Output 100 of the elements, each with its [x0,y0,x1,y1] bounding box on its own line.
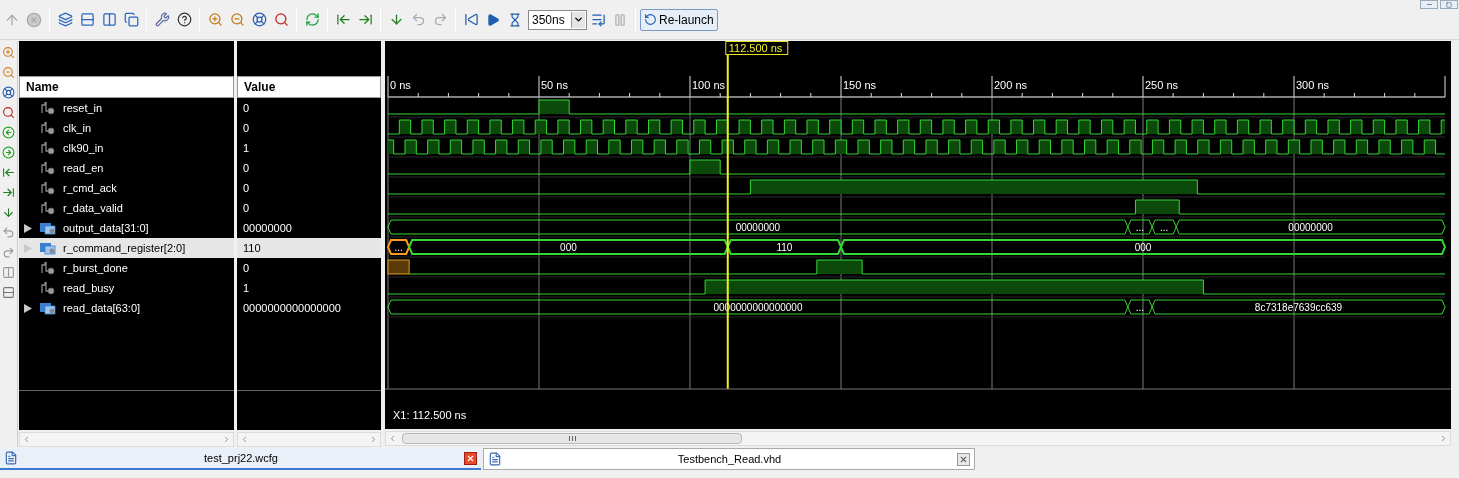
close-icon [466,453,475,463]
signal-row[interactable]: reset_in [19,98,234,118]
bus-value: 000 [560,242,577,253]
value-header[interactable]: Value [237,76,381,98]
signal-icon [41,101,55,115]
name-header[interactable]: Name [19,76,234,98]
bus-value: ... [1159,222,1169,233]
editor-tab[interactable]: Testbench_Read.vhd [483,448,975,470]
scroll-left-icon[interactable] [22,435,31,444]
signal-value: 0000000000000000 [242,300,342,316]
signal-name: clk_in [63,120,92,136]
horizontal-scrollbar[interactable] [385,431,1451,446]
signal-name: read_busy [63,280,115,296]
signal-name: output_data[31:0] [63,220,149,236]
scroll-right-icon[interactable] [369,435,378,444]
bus-value: 00000000 [735,222,781,233]
cursor-readout: X1: 112.500 ns [393,409,467,421]
signal-value: 0 [242,100,251,116]
maximize-icon [1446,1,1452,8]
rows-icon[interactable] [0,284,17,300]
signal-name: r_data_valid [63,200,123,216]
signal-icon [41,161,55,175]
zoom-out-icon[interactable] [0,64,17,80]
bus-value: ... [394,242,403,253]
file-icon [488,452,502,466]
cursor-time-label: 112.500 ns [725,41,789,55]
time-tick-label: 0 ns [390,79,411,91]
tab-close-button[interactable] [464,451,477,465]
signal-name: r_cmd_ack [63,180,117,196]
signal-value: 1 [242,280,251,296]
signal-value: 0 [242,120,251,136]
relaunch-icon [644,13,657,26]
bus-value: 110 [776,242,793,253]
tab-label: Testbench_Read.vhd [676,451,783,467]
bus-value: 00000000 [1288,222,1333,233]
tab-label: test_prj22.wcfg [203,450,279,466]
signal-name: r_command_register[2:0] [63,240,186,256]
zoom-cursor-icon[interactable] [0,104,17,120]
scroll-right-icon[interactable] [1439,434,1448,443]
zoom-in-icon[interactable] [0,44,17,60]
signal-row[interactable]: r_data_valid [19,198,234,218]
horizontal-scrollbar[interactable] [237,432,381,447]
signal-icon [41,201,55,215]
signal-row[interactable]: output_data[31:0] [19,218,234,238]
signal-value: 00000000 [242,220,293,236]
minimize-button[interactable] [1420,0,1438,9]
expand-arrow-icon[interactable] [24,223,32,233]
scroll-left-icon[interactable] [240,435,249,444]
time-tick-label: 300 ns [1296,79,1330,91]
file-icon [4,451,18,465]
signal-name: reset_in [63,100,103,116]
signal-name: read_data[63:0] [63,300,141,316]
close-icon [959,454,968,464]
signal-icon [41,181,55,195]
signal-value: 0 [242,200,251,216]
bus-value: 8c7318e7639cc639 [1254,302,1343,313]
next-marker-icon[interactable] [0,144,17,160]
previous-marker-icon[interactable] [0,124,17,140]
signal-row[interactable]: clk90_in [19,138,234,158]
time-tick-label: 250 ns [1145,79,1179,91]
minimize-icon [1425,1,1433,8]
zoom-fit-icon[interactable] [0,84,17,100]
time-field[interactable]: 350ns [528,9,587,30]
signal-name: read_en [63,160,104,176]
bus-value: ... [1135,222,1145,233]
scrollbar-thumb[interactable] [402,433,742,444]
signal-row[interactable]: read_en [19,158,234,178]
signal-row[interactable]: clk_in [19,118,234,138]
bus-icon [39,241,57,255]
signal-value: 0 [242,260,251,276]
editor-tab[interactable]: test_prj22.wcfg [0,448,481,470]
bus-value: ... [1135,302,1145,313]
signal-row[interactable]: read_data[63:0] [19,298,234,318]
expand-arrow-icon[interactable] [24,303,32,313]
signal-row[interactable]: read_busy [19,278,234,298]
horizontal-scrollbar[interactable] [19,432,234,447]
time-tick-label: 100 ns [692,79,726,91]
signal-row[interactable]: r_cmd_ack [19,178,234,198]
tab-close-button[interactable] [957,452,970,466]
signal-name: clk90_in [63,140,104,156]
maximize-button[interactable] [1440,0,1458,9]
signal-icon [41,121,55,135]
bus-value: 000 [1134,242,1152,253]
time-tick-label: 150 ns [843,79,877,91]
time-tick-label: 200 ns [994,79,1028,91]
signal-icon [41,281,55,295]
signal-row[interactable]: r_burst_done [19,258,234,278]
dropdown-caret-icon[interactable] [573,14,584,25]
signal-value: 0 [242,180,251,196]
bus-icon [39,301,57,315]
signal-row[interactable]: r_command_register[2:0] [19,238,234,258]
signal-name: r_burst_done [63,260,128,276]
scroll-right-icon[interactable] [222,435,231,444]
signal-value: 1 [242,140,251,156]
relaunch-button[interactable]: Re-launch [640,8,718,31]
signal-value: 110 [237,238,381,258]
signal-icon [41,261,55,275]
scroll-left-icon[interactable] [388,434,397,443]
split-icon[interactable] [0,264,17,280]
signal-icon [41,141,55,155]
